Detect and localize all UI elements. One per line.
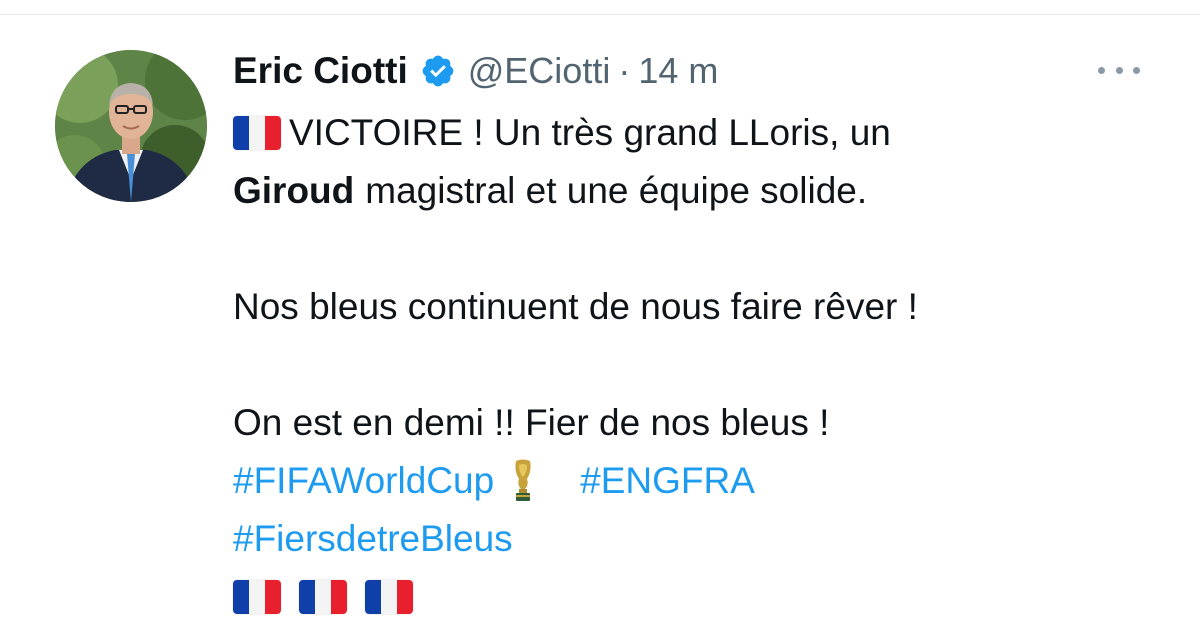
top-divider xyxy=(0,14,1200,15)
tweet-line-2: Giroud magistral et une équipe solide. xyxy=(233,162,1163,220)
france-flag-icon xyxy=(299,580,347,614)
trophy-icon xyxy=(510,459,536,503)
tweet-line-1: VICTOIRE ! Un très grand LLoris, un xyxy=(233,104,1163,162)
avatar[interactable] xyxy=(55,50,207,202)
tweet-line-3: Nos bleus continuent de nous faire rêver… xyxy=(233,278,1163,336)
tweet-text-line-4: On est en demi !! Fier de nos bleus ! xyxy=(233,402,830,443)
tweet-text: VICTOIRE ! Un très grand LLoris, un Giro… xyxy=(233,104,1163,626)
hashtag-link[interactable]: #ENGFRA xyxy=(580,452,755,510)
france-flag-icon xyxy=(233,116,281,150)
handle[interactable]: @ECiotti xyxy=(468,50,611,92)
hashtag-link[interactable]: #FIFAWorldCup xyxy=(233,452,494,510)
avatar-photo xyxy=(55,50,207,202)
france-flag-icon xyxy=(233,580,281,614)
more-options-icon[interactable] xyxy=(1094,54,1144,86)
tweet-text-bold: Giroud xyxy=(233,170,355,211)
tweet-text-line-1: VICTOIRE ! Un très grand LLoris, un xyxy=(289,112,891,153)
tweet-line-hashtag-2: #FiersdetreBleus xyxy=(233,510,1163,568)
more-dot xyxy=(1115,66,1123,74)
timestamp[interactable]: 14 m xyxy=(638,50,718,92)
france-flag-icon xyxy=(365,580,413,614)
more-dot xyxy=(1133,66,1140,74)
more-dot xyxy=(1098,66,1105,74)
hashtag-link[interactable]: #FiersdetreBleus xyxy=(233,510,513,568)
tweet-text-line-3: Nos bleus continuent de nous faire rêver… xyxy=(233,286,918,327)
verified-badge-icon xyxy=(420,53,456,89)
tweet-line-4: On est en demi !! Fier de nos bleus ! xyxy=(233,394,1163,452)
tweet-line-hashtags: #FIFAWorldCup #ENGFRA xyxy=(233,452,1163,510)
tweet-line-flags xyxy=(233,568,1163,626)
display-name[interactable]: Eric Ciotti xyxy=(233,50,408,92)
separator-dot: · xyxy=(618,50,631,91)
tweet-header: Eric Ciotti @ECiotti · 14 m xyxy=(233,48,718,94)
tweet-text-line-2: magistral et une équipe solide. xyxy=(365,170,868,211)
